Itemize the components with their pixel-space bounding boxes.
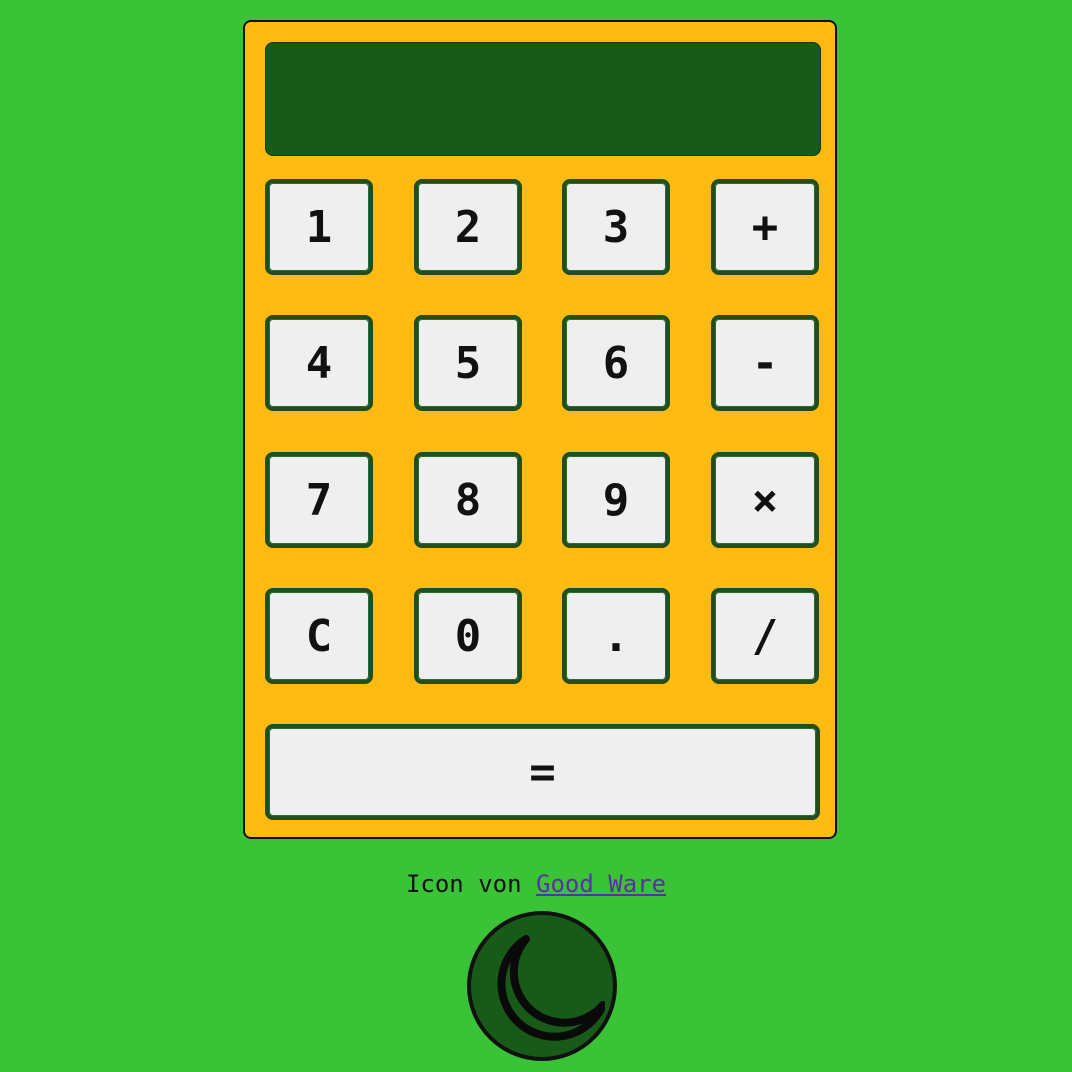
icon-credit: Icon von Good Ware (0, 870, 1072, 898)
key-2[interactable]: 2 (414, 179, 522, 275)
key-1[interactable]: 1 (265, 179, 373, 275)
minus-button[interactable]: - (711, 315, 819, 411)
key-7[interactable]: 7 (265, 452, 373, 548)
key-3[interactable]: 3 (562, 179, 670, 275)
plus-button[interactable]: + (711, 179, 819, 275)
key-0[interactable]: 0 (414, 588, 522, 684)
calculator: 1 2 3 + 4 5 6 - 7 8 9 × C 0 . / = (243, 20, 837, 839)
decimal-button[interactable]: . (562, 588, 670, 684)
key-5[interactable]: 5 (414, 315, 522, 411)
credit-link[interactable]: Good Ware (536, 870, 666, 898)
credit-prefix: Icon von (405, 870, 522, 898)
clear-button[interactable]: C (265, 588, 373, 684)
equals-button[interactable]: = (265, 724, 820, 820)
key-6[interactable]: 6 (562, 315, 670, 411)
multiply-button[interactable]: × (711, 452, 819, 548)
moon-icon (497, 935, 605, 1041)
divide-button[interactable]: / (711, 588, 819, 684)
key-4[interactable]: 4 (265, 315, 373, 411)
theme-toggle-button[interactable] (467, 911, 617, 1061)
calculator-display (265, 42, 821, 156)
key-9[interactable]: 9 (562, 452, 670, 548)
key-8[interactable]: 8 (414, 452, 522, 548)
